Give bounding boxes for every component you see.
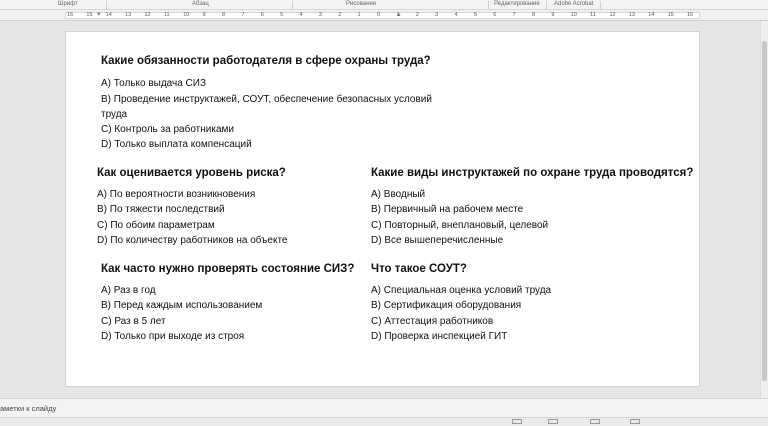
answer-option: D) По количеству работников на объекте (97, 235, 288, 246)
ribbon-group-font: Шрифт (58, 1, 78, 7)
ribbon-group-paragraph: Абзац (192, 1, 209, 7)
ruler-tick-label: 1 (396, 12, 400, 18)
ruler-tick-label: 12 (609, 12, 616, 18)
answer-option: B) Сертификация оборудования (371, 300, 522, 311)
ribbon-group-editing: Редактирование (494, 1, 540, 7)
answer-option: C) Контроль за работниками (101, 124, 234, 135)
ruler-tick-label: 5 (473, 12, 477, 18)
ruler-tick-label: 7 (241, 12, 245, 18)
ruler-tick-label: 8 (222, 12, 226, 18)
answer-option: A) Вводный (371, 189, 426, 200)
answer-option: B) Проведение инструктажей, СОУТ, обеспе… (101, 94, 432, 105)
status-bar (0, 417, 768, 426)
answer-option: D) Все вышеперечисленные (371, 235, 504, 246)
ruler-tick-label: 4 (454, 12, 458, 18)
ruler-tick-label: 15 (86, 12, 93, 18)
ribbon-separator (488, 1, 489, 9)
question-title: Как часто нужно проверять состояние СИЗ? (101, 263, 355, 275)
horizontal-ruler[interactable]: ▾ ▴ 16 15 14 13 12 11 10 9 8 7 6 5 4 3 2 1 0 1 2 3 4 5 6 7 8 9 10 1… (0, 10, 768, 21)
ruler-tick-label: 16 (687, 12, 694, 18)
first-line-indent-marker-icon[interactable]: ▾ (97, 10, 101, 20)
ruler-tick-label: 14 (105, 12, 112, 18)
ribbon-separator (600, 1, 601, 9)
ruler-tick-label: 6 (493, 12, 497, 18)
ruler-tick-label: 11 (590, 12, 596, 18)
slide-editing-area: Какие обязанности работодателя в сфере о… (0, 21, 768, 398)
ruler-active-area (65, 12, 700, 19)
ribbon-separator (546, 1, 547, 9)
ruler-tick-label: 0 (377, 12, 381, 18)
ribbon-group-drawing: Рисование (346, 1, 377, 7)
answer-option: D) Проверка инспекцией ГИТ (371, 331, 508, 342)
ruler-tick-label: 1 (357, 12, 361, 18)
ruler-tick-label: 12 (144, 12, 151, 18)
answer-option: B) По тяжести последствий (97, 204, 225, 215)
question-title: Как оценивается уровень риска? (97, 167, 286, 179)
ruler-tick-label: 9 (551, 12, 555, 18)
answer-option: A) Специальная оценка условий труда (371, 285, 552, 296)
slide-sorter-icon[interactable] (590, 419, 600, 424)
answer-option: C) Повторный, внеплановый, целевой (371, 220, 549, 231)
ribbon-separator (292, 1, 293, 9)
answer-option: A) По вероятности возникновения (97, 189, 256, 200)
ruler-tick-label: 7 (512, 12, 516, 18)
ruler-tick-label: 3 (435, 12, 439, 18)
answer-option: D) Только при выходе из строя (101, 331, 245, 342)
ruler-tick-label: 16 (67, 12, 74, 18)
notes-toggle-icon[interactable] (512, 419, 522, 424)
answer-option: A) Только выдача СИЗ (101, 78, 206, 89)
ruler-tick-label: 11 (163, 12, 170, 18)
ruler-tick-label: 2 (338, 12, 342, 18)
scrollbar-thumb[interactable] (762, 41, 767, 381)
ruler-tick-label: 10 (183, 12, 190, 18)
answer-option: B) Первичный на рабочем месте (371, 204, 524, 215)
ruler-tick-label: 3 (318, 12, 322, 18)
ruler-tick-label: 15 (667, 12, 674, 18)
answer-option-continuation: труда (101, 109, 128, 120)
ruler-tick-label: 13 (628, 12, 635, 18)
slide-canvas[interactable]: Какие обязанности работодателя в сфере о… (65, 31, 700, 387)
answer-option: B) Перед каждым использованием (101, 300, 263, 311)
ribbon-group-labels: Шрифт Абзац Рисование Редактирование Ado… (0, 0, 768, 10)
ruler-tick-label: 14 (648, 12, 655, 18)
answer-option: C) По обоим параметрам (97, 220, 215, 231)
ruler-tick-label: 4 (299, 12, 303, 18)
ruler-tick-label: 6 (260, 12, 264, 18)
ribbon-separator (106, 1, 107, 9)
notes-placeholder[interactable]: аметки к слайду (0, 404, 56, 413)
answer-option: A) Раз в год (101, 285, 156, 296)
ruler-tick-label: 2 (415, 12, 419, 18)
notes-pane[interactable]: аметки к слайду (0, 398, 768, 417)
ruler-tick-label: 10 (570, 12, 577, 18)
question-title: Какие виды инструктажей по охране труда … (371, 167, 694, 179)
answer-option: D) Только выплата компенсаций (101, 139, 252, 150)
reading-view-icon[interactable] (630, 419, 640, 424)
normal-view-icon[interactable] (548, 419, 558, 424)
vertical-scrollbar[interactable] (760, 21, 768, 398)
answer-option: C) Аттестация работников (371, 316, 494, 327)
answer-option: C) Раз в 5 лет (101, 316, 166, 327)
question-title: Что такое СОУТ? (371, 263, 467, 275)
ruler-tick-label: 13 (125, 12, 132, 18)
ruler-tick-label: 8 (532, 12, 536, 18)
ruler-tick-label: 5 (280, 12, 284, 18)
ruler-tick-label: 9 (202, 12, 206, 18)
question-title: Какие обязанности работодателя в сфере о… (101, 55, 431, 67)
ribbon-group-adobe-acrobat: Adobe Acrobat (554, 1, 594, 7)
